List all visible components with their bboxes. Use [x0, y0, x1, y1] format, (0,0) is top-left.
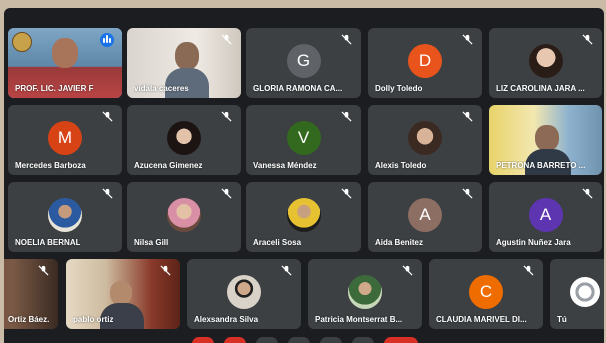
participant-tile-11[interactable]: NOELIA BERNAL [8, 182, 122, 252]
control-button[interactable] [256, 337, 278, 343]
participant-name: PROF. LIC. JAVIER F [15, 84, 94, 93]
participant-tile-3[interactable]: G GLORIA RAMONA CA... [246, 28, 361, 98]
mic-off-icon [582, 188, 593, 199]
participant-name: Alexis Toledo [375, 161, 427, 170]
participant-tile-17[interactable]: pablo ortiz [66, 259, 180, 329]
participant-name: Araceli Sosa [253, 238, 302, 247]
participant-name: Agustin Nuñez Jara [496, 238, 571, 247]
mic-off-icon [523, 265, 534, 276]
participant-tile-2[interactable]: vidala caceres [127, 28, 241, 98]
profile-photo [408, 121, 442, 155]
mic-off-icon [341, 111, 352, 122]
person-head [110, 281, 132, 305]
photo-frame: PROF. LIC. JAVIER F vidala caceres G GLO… [0, 0, 606, 343]
participant-name: PETRONA BARRETO ... [496, 161, 586, 170]
mic-off-icon [582, 34, 593, 45]
participant-name: Aida Benitez [375, 238, 424, 247]
participant-tile-19[interactable]: Patricia Montserrat B... [308, 259, 422, 329]
profile-photo [167, 198, 201, 232]
participant-name: pablo ortiz [73, 315, 114, 324]
avatar: V [286, 121, 321, 155]
participant-name: NOELIA BERNAL [15, 238, 81, 247]
profile-photo [528, 44, 563, 78]
mic-off-icon [102, 188, 113, 199]
participant-tile-16[interactable]: Ortiz Báez. [4, 259, 58, 329]
participant-tile-20[interactable]: C CLAUDIA MARIVEL DI... [429, 259, 543, 329]
leave-call-button[interactable] [384, 337, 418, 343]
participant-name: Vanessa Méndez [253, 161, 317, 170]
person-head [535, 125, 559, 151]
participant-name: GLORIA RAMONA CA... [253, 84, 343, 93]
mic-off-icon [462, 111, 473, 122]
control-button[interactable] [320, 337, 342, 343]
participant-name: CLAUDIA MARIVEL DI... [436, 315, 527, 324]
mic-off-icon [38, 265, 49, 276]
profile-photo [348, 275, 382, 309]
participant-name: Azucena Gimenez [134, 161, 203, 170]
mic-off-icon [160, 265, 171, 276]
participant-tile-5[interactable]: LIZ CAROLINA JARA ... [489, 28, 602, 98]
avatar: G [286, 44, 321, 78]
avatar: D [408, 44, 442, 78]
person-head [52, 38, 78, 68]
mic-off-icon [102, 111, 113, 122]
mic-off-icon [462, 188, 473, 199]
participant-name: Alexsandra Silva [194, 315, 259, 324]
participant-name: Dolly Toledo [375, 84, 423, 93]
avatar: A [408, 198, 442, 232]
participant-tile-10[interactable]: PETRONA BARRETO ... [489, 105, 602, 175]
mic-off-icon [221, 34, 232, 45]
mic-off-icon [221, 188, 232, 199]
mic-off-icon [221, 111, 232, 122]
control-button-red[interactable] [192, 337, 214, 343]
participant-tile-self[interactable]: Tú [550, 259, 604, 329]
participant-name: Mercedes Barboza [15, 161, 86, 170]
participant-tile-8[interactable]: V Vanessa Méndez [246, 105, 361, 175]
participant-tile-1[interactable]: PROF. LIC. JAVIER F [8, 28, 122, 98]
avatar: M [48, 121, 82, 155]
participant-name: vidala caceres [134, 84, 189, 93]
participant-name: Ortiz Báez. [8, 315, 50, 324]
person-head [175, 42, 199, 70]
profile-photo [570, 277, 600, 307]
profile-photo [286, 198, 321, 232]
profile-photo [227, 275, 261, 309]
profile-photo [167, 121, 201, 155]
control-button[interactable] [352, 337, 374, 343]
control-button[interactable] [288, 337, 310, 343]
badge-logo [12, 32, 32, 52]
person-body [165, 68, 209, 98]
mic-off-icon [341, 188, 352, 199]
participant-tile-4[interactable]: D Dolly Toledo [368, 28, 482, 98]
participant-name: Patricia Montserrat B... [315, 315, 403, 324]
participant-tile-7[interactable]: Azucena Gimenez [127, 105, 241, 175]
avatar: C [469, 275, 503, 309]
participant-tile-12[interactable]: Nilsa Gill [127, 182, 241, 252]
participant-name: Tú [557, 315, 567, 324]
participant-tile-18[interactable]: Alexsandra Silva [187, 259, 301, 329]
meeting-grid: PROF. LIC. JAVIER F vidala caceres G GLO… [4, 8, 604, 343]
mic-off-icon [281, 265, 292, 276]
participant-name: LIZ CAROLINA JARA ... [496, 84, 585, 93]
participant-tile-15[interactable]: A Agustin Nuñez Jara [489, 182, 602, 252]
control-button-red[interactable] [224, 337, 246, 343]
participant-tile-6[interactable]: M Mercedes Barboza [8, 105, 122, 175]
participant-tile-14[interactable]: A Aida Benitez [368, 182, 482, 252]
participant-tile-13[interactable]: Araceli Sosa [246, 182, 361, 252]
mic-off-icon [462, 34, 473, 45]
mic-off-icon [402, 265, 413, 276]
profile-photo [48, 198, 82, 232]
participant-tile-9[interactable]: Alexis Toledo [368, 105, 482, 175]
avatar: A [528, 198, 563, 232]
mic-off-icon [341, 34, 352, 45]
speaking-indicator-icon [100, 33, 114, 47]
participant-name: Nilsa Gill [134, 238, 169, 247]
